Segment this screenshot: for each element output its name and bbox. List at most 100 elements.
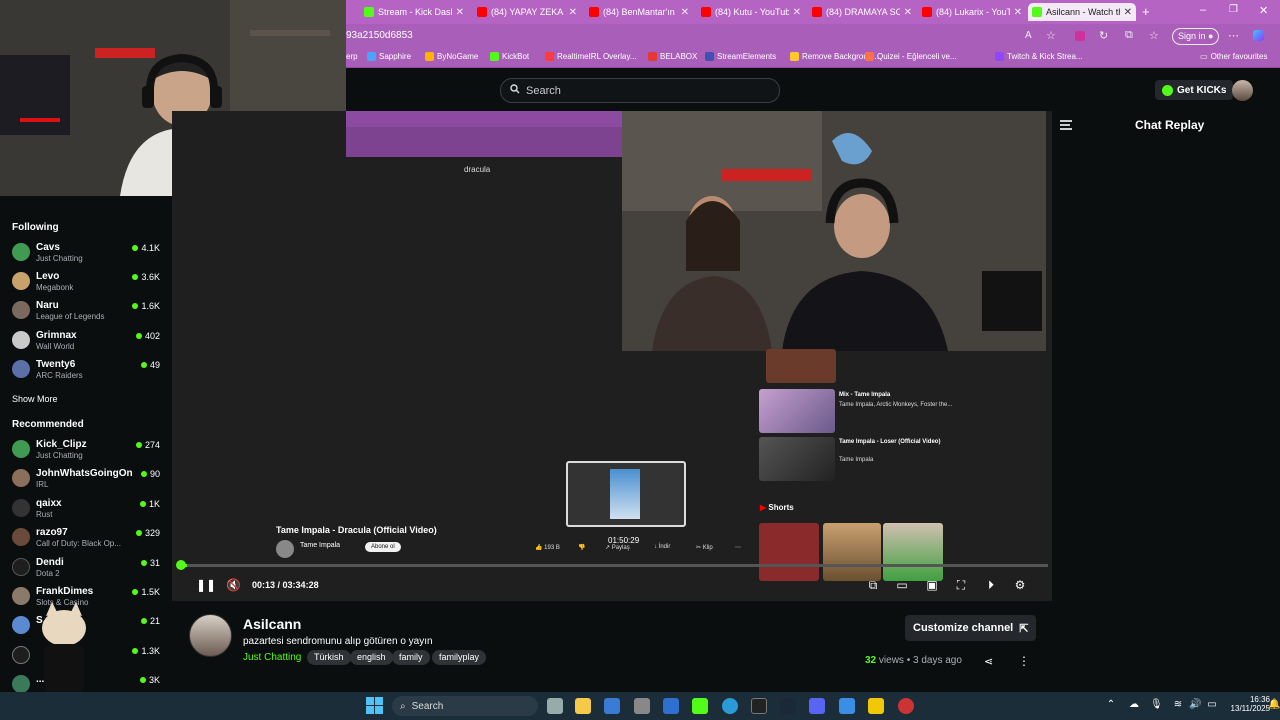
browser-tab[interactable]: (84) Kutu - YouTube ✕: [697, 3, 805, 21]
other-favourites[interactable]: ▭ Other favourites: [1200, 52, 1267, 61]
copilot-icon[interactable]: [1253, 30, 1264, 41]
mic-icon[interactable]: 🎙: [1150, 699, 1163, 711]
chevron-up-icon[interactable]: ⌃: [1105, 699, 1117, 711]
tag-chip[interactable]: familyplay: [432, 650, 487, 665]
clip-button[interactable]: ✂ Klip: [696, 544, 713, 551]
tag-chip[interactable]: english: [350, 650, 393, 665]
theater-icon[interactable]: ▭: [895, 578, 909, 592]
sidebar-item-following[interactable]: Cavs Just Chatting 4.1K: [12, 242, 160, 268]
dislike-button[interactable]: 👎: [578, 544, 585, 551]
sidebar-item-following[interactable]: Grimnax Wall World 402: [12, 330, 160, 356]
sidebar-item-following[interactable]: Levo Megabonk 3.6K: [12, 271, 160, 297]
bookmark[interactable]: StreamElements: [705, 52, 776, 61]
wifi-icon[interactable]: ≋: [1172, 699, 1184, 711]
side-video-title[interactable]: Tame Impala - Loser (Official Video): [839, 439, 940, 445]
sidebar-item-following[interactable]: Naru League of Legends 1.6K: [12, 300, 160, 326]
progress-handle[interactable]: [176, 560, 186, 570]
read-aloud-icon[interactable]: A: [1025, 30, 1032, 41]
split-screen-icon[interactable]: ⧉: [1125, 29, 1133, 42]
maximize-button[interactable]: ❐: [1229, 4, 1238, 15]
sidebar-item-recommended[interactable]: JohnWhatsGoingOn IRL 90: [12, 468, 160, 494]
pause-button[interactable]: ❚❚: [196, 578, 216, 592]
discord-icon[interactable]: [809, 698, 825, 714]
progress-bar[interactable]: [182, 564, 1048, 567]
sidebar-item-recommended[interactable]: razo97 Call of Duty: Black Op... 329: [12, 527, 160, 553]
task-view-icon[interactable]: [547, 698, 563, 714]
bookmark[interactable]: KickBot: [490, 52, 529, 61]
fullscreen-icon[interactable]: ⛶: [954, 578, 968, 592]
kick-icon[interactable]: [692, 698, 708, 714]
epic-games-icon[interactable]: [751, 698, 767, 714]
video-thumbnail[interactable]: [766, 349, 836, 383]
short-thumbnail[interactable]: [759, 523, 819, 581]
app-icon[interactable]: [839, 698, 855, 714]
sidebar-item-recommended[interactable]: Dendi Dota 2 31: [12, 557, 160, 583]
close-icon[interactable]: ✕: [1124, 7, 1132, 18]
browser-tab-active[interactable]: Asilcann - Watch th ✕: [1028, 3, 1136, 21]
streamer-avatar[interactable]: [189, 614, 232, 657]
sidebar-item-following[interactable]: Twenty6 ARC Raiders 49: [12, 359, 160, 385]
close-icon[interactable]: ✕: [456, 7, 464, 18]
customize-channel-button[interactable]: Customize channel ⇱: [905, 615, 1037, 641]
browser-tab[interactable]: Stream - Kick Dashb✕: [360, 3, 468, 21]
volume-icon[interactable]: 🔊: [1189, 699, 1201, 711]
video-thumbnail[interactable]: [759, 389, 835, 433]
sidebar-item-recommended[interactable]: Kick_Clipz Just Chatting 274: [12, 439, 160, 465]
cloud-icon[interactable]: ☁: [1128, 699, 1140, 711]
bookmark[interactable]: Twitch & Kick Strea...: [995, 52, 1083, 61]
bookmark[interactable]: ByNoGame: [425, 52, 478, 61]
bookmark[interactable]: Quizei - Eğlenceli ve...: [865, 52, 957, 61]
subscribe-button[interactable]: Abone ol: [365, 542, 401, 552]
video-thumbnail[interactable]: [759, 437, 835, 481]
favorites-icon[interactable]: ☆: [1149, 29, 1159, 42]
extension-icon[interactable]: [1075, 31, 1085, 41]
more-icon[interactable]: ⋯: [735, 544, 741, 551]
bookmark[interactable]: RealtimeIRL Overlay...: [545, 52, 637, 61]
side-video-title[interactable]: Mix - Tame Impala: [839, 392, 890, 398]
browser-tab[interactable]: (84) Lukarix - YouT ✕: [918, 3, 1026, 21]
playback-speed-icon[interactable]: ⏵: [984, 578, 998, 592]
tag-chip[interactable]: Türkish: [307, 650, 351, 665]
collapse-chat-icon[interactable]: [1060, 118, 1074, 130]
bookmark[interactable]: BELABOX: [648, 52, 697, 61]
favorite-star-icon[interactable]: ☆: [1046, 29, 1056, 42]
more-menu-icon[interactable]: ⋯: [1228, 29, 1239, 42]
get-kicks-button[interactable]: Get KICKs: [1155, 80, 1234, 100]
windows-start-icon[interactable]: [366, 697, 383, 714]
browser-tab[interactable]: (84) BenMantar'ın g ✕: [585, 3, 693, 21]
share-icon[interactable]: ⋖: [984, 655, 993, 668]
browser-tab[interactable]: (84) DRAMAYA SON✕: [808, 3, 916, 21]
share-button[interactable]: ↗ Paylaş: [605, 544, 630, 551]
short-thumbnail[interactable]: [883, 523, 943, 581]
mute-icon[interactable]: 🔇: [226, 578, 241, 592]
new-tab-button[interactable]: +: [1142, 4, 1150, 19]
bookmark[interactable]: erp: [346, 52, 358, 61]
channel-name[interactable]: Tame Impala: [300, 542, 340, 549]
like-button[interactable]: 👍 193 B: [535, 544, 560, 551]
obs-icon[interactable]: [898, 698, 914, 714]
bookmark[interactable]: Sapphire: [367, 52, 411, 61]
video-player[interactable]: dracula Mix - Tame Impala Tame Impala, A…: [172, 111, 1052, 601]
file-explorer-icon[interactable]: [575, 698, 591, 714]
search-input[interactable]: Search: [500, 78, 780, 103]
close-icon[interactable]: ✕: [904, 7, 912, 18]
url-field[interactable]: 93a2150d6853: [346, 30, 413, 41]
store-icon[interactable]: [604, 698, 620, 714]
browser-tab[interactable]: (84) YAPAY ZEKA KA✕: [473, 3, 581, 21]
clip-icon[interactable]: ▣: [925, 578, 939, 592]
close-icon[interactable]: ✕: [569, 7, 577, 18]
taskbar-search[interactable]: ⌕ Search: [392, 696, 538, 716]
user-avatar[interactable]: [1232, 80, 1253, 101]
close-icon[interactable]: ✕: [681, 7, 689, 18]
minimize-button[interactable]: –: [1200, 4, 1206, 16]
steam-icon[interactable]: [780, 698, 796, 714]
close-icon[interactable]: ✕: [1014, 7, 1022, 18]
edge-icon[interactable]: [722, 698, 738, 714]
app-icon[interactable]: [634, 698, 650, 714]
sidebar-item-recommended[interactable]: qaixx Rust 1K: [12, 498, 160, 524]
taskbar-clock[interactable]: 16:36 13/11/2025: [1226, 695, 1270, 713]
show-more-link[interactable]: Show More: [12, 394, 58, 404]
app-icon[interactable]: [663, 698, 679, 714]
app-icon[interactable]: [868, 698, 884, 714]
sign-in-button[interactable]: Sign in ●: [1172, 28, 1220, 45]
